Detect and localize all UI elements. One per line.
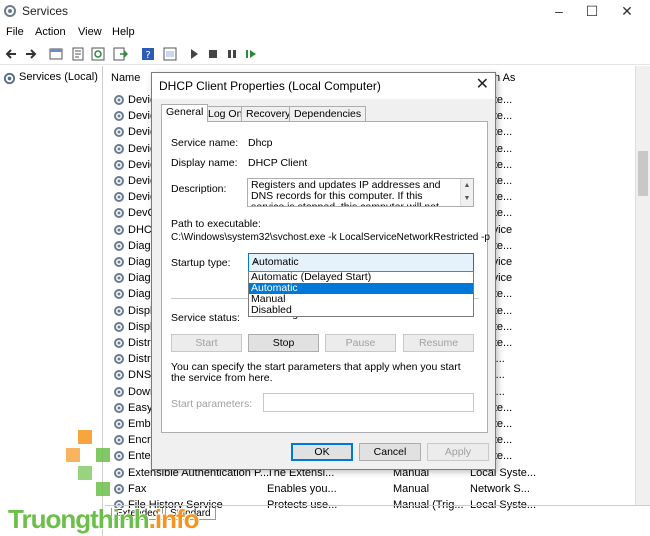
display-name-label: Display name: [171, 157, 238, 169]
startup-type-dropdown: Automatic (Delayed Start) Automatic Manu… [248, 271, 474, 317]
console-window-icon[interactable] [162, 46, 178, 62]
service-gear-icon [114, 289, 124, 300]
service-gear-icon [114, 127, 124, 138]
watermark-logo-icon [66, 430, 110, 496]
chevron-down-icon: ⌄ [252, 255, 261, 266]
watermark-text-primary: Truongthinh [8, 504, 150, 534]
service-gear-icon [114, 338, 124, 348]
general-panel: Service name: Dhcp Display name: DHCP Cl… [161, 121, 490, 433]
export-list-icon[interactable] [112, 46, 128, 62]
service-gear-icon [114, 240, 124, 251]
play-icon[interactable] [186, 46, 202, 62]
startup-type-label: Startup type: [171, 257, 231, 269]
service-gear-icon [114, 95, 124, 105]
column-header-name[interactable]: Name [111, 72, 140, 84]
service-gear-icon [114, 419, 124, 429]
dialog-titlebar: DHCP Client Properties (Local Computer) … [152, 73, 495, 99]
path-label: Path to executable: [171, 218, 261, 230]
dialog-close-icon[interactable]: ✕ [476, 76, 489, 94]
service-gear-icon [114, 402, 124, 413]
menu-file[interactable]: File [6, 26, 24, 38]
service-gear-icon [114, 354, 124, 365]
description-text: Registers and updates IP addresses and D… [251, 179, 441, 207]
window-title: Services [22, 4, 69, 18]
description-scrollbar[interactable]: ▲ ▼ [460, 179, 473, 206]
resume-button[interactable]: Resume [403, 334, 474, 352]
description-label: Description: [171, 183, 227, 195]
tab-dependencies[interactable]: Dependencies [289, 106, 367, 122]
pause-button[interactable]: Pause [325, 334, 396, 352]
toolbar: ? [0, 43, 650, 65]
properties-dialog: DHCP Client Properties (Local Computer) … [151, 72, 496, 470]
description-cell: Enables you... [267, 482, 337, 495]
log-on-as-cell: Network S... [470, 482, 530, 495]
svg-text:?: ? [145, 50, 150, 61]
service-name-cell: Fax [128, 482, 147, 495]
service-gear-icon [114, 176, 124, 186]
start-params-hint: You can specify the start parameters tha… [171, 361, 461, 384]
display-name-value: DHCP Client [248, 157, 308, 169]
option-disabled[interactable]: Disabled [249, 305, 473, 316]
gear-icon [3, 72, 16, 85]
pause-icon[interactable] [224, 46, 240, 62]
service-gear-icon [114, 257, 124, 267]
service-name-label: Service name: [171, 137, 239, 149]
service-gear-icon [114, 111, 124, 122]
start-button[interactable]: Start [171, 334, 242, 352]
service-status-label: Service status: [171, 312, 240, 324]
menu-bar: File Action View Help [0, 24, 650, 42]
cancel-button[interactable]: Cancel [359, 443, 421, 461]
dialog-title: DHCP Client Properties (Local Computer) [159, 79, 381, 93]
service-name-value: Dhcp [248, 137, 273, 149]
service-gear-icon [114, 192, 124, 203]
help-icon[interactable]: ? [140, 46, 156, 62]
forward-arrow-icon[interactable] [22, 46, 38, 62]
window-titlebar: Services – ☐ ✕ [0, 0, 650, 22]
table-row[interactable]: Fax Enables you... Manual Network S... [109, 481, 649, 497]
refresh-icon[interactable] [90, 46, 106, 62]
ok-button[interactable]: OK [291, 443, 353, 461]
restart-icon[interactable] [243, 46, 259, 62]
service-gear-icon [114, 143, 124, 154]
start-params-label: Start parameters: [171, 398, 253, 410]
service-gear-icon [114, 321, 124, 332]
start-params-input[interactable] [263, 393, 474, 412]
description-box[interactable]: Registers and updates IP addresses and D… [247, 178, 474, 207]
path-value: C:\Windows\system32\svchost.exe -k Local… [171, 232, 490, 243]
close-button[interactable]: ✕ [604, 0, 650, 22]
menu-action[interactable]: Action [35, 26, 66, 38]
menu-help[interactable]: Help [112, 26, 135, 38]
tab-general[interactable]: General [161, 104, 209, 122]
service-gear-icon [114, 208, 124, 219]
stop-icon[interactable] [205, 46, 221, 62]
tree-item-label: Services (Local) [19, 71, 98, 83]
startup-type-cell: Manual [393, 482, 430, 495]
service-gear-icon [114, 273, 124, 284]
services-app-icon [4, 5, 16, 17]
service-gear-icon [114, 305, 124, 316]
service-gear-icon [114, 370, 124, 381]
startup-type-select[interactable]: Automatic ⌄ [248, 253, 474, 272]
scrollbar-thumb[interactable] [638, 151, 648, 196]
column-header-log-on-as[interactable]: n As [494, 72, 515, 84]
tab-recovery[interactable]: Recovery [241, 106, 296, 122]
menu-view[interactable]: View [78, 26, 102, 38]
watermark-text: Truongthinh.info [8, 504, 199, 535]
service-gear-icon [114, 159, 124, 170]
watermark-text-suffix: .info [148, 504, 200, 534]
vertical-scrollbar[interactable] [635, 66, 650, 506]
service-gear-icon [114, 386, 124, 397]
stop-button[interactable]: Stop [248, 334, 319, 352]
console-tree-icon[interactable] [48, 46, 64, 62]
apply-button[interactable]: Apply [427, 443, 489, 461]
service-gear-icon [114, 224, 124, 235]
back-arrow-icon[interactable] [4, 46, 20, 62]
properties-sheet-icon[interactable] [70, 46, 86, 62]
